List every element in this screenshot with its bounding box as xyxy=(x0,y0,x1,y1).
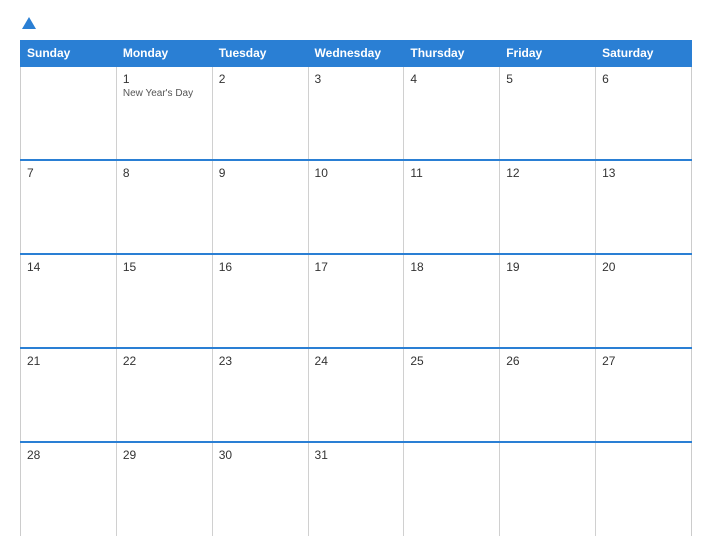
calendar-cell: 25 xyxy=(404,348,500,442)
day-number: 16 xyxy=(219,260,302,274)
day-number: 28 xyxy=(27,448,110,462)
day-number: 21 xyxy=(27,354,110,368)
calendar-cell: 26 xyxy=(500,348,596,442)
calendar-table: SundayMondayTuesdayWednesdayThursdayFrid… xyxy=(20,40,692,536)
calendar-cell: 29 xyxy=(116,442,212,536)
calendar-cell: 27 xyxy=(596,348,692,442)
day-number: 12 xyxy=(506,166,589,180)
calendar-cell: 20 xyxy=(596,254,692,348)
calendar-cell: 16 xyxy=(212,254,308,348)
calendar-cell: 23 xyxy=(212,348,308,442)
calendar-cell xyxy=(500,442,596,536)
logo xyxy=(20,18,36,30)
calendar-cell: 15 xyxy=(116,254,212,348)
day-number: 23 xyxy=(219,354,302,368)
day-number: 19 xyxy=(506,260,589,274)
calendar-week-row: 21 22 23 24 25 26 27 xyxy=(21,348,692,442)
calendar-cell: 5 xyxy=(500,66,596,160)
weekday-header: Sunday xyxy=(21,41,117,67)
day-number: 30 xyxy=(219,448,302,462)
calendar-week-row: 28 29 30 31 xyxy=(21,442,692,536)
day-number: 8 xyxy=(123,166,206,180)
day-number: 5 xyxy=(506,72,589,86)
day-number: 24 xyxy=(315,354,398,368)
day-number: 25 xyxy=(410,354,493,368)
calendar-cell: 13 xyxy=(596,160,692,254)
weekday-header: Monday xyxy=(116,41,212,67)
day-number: 4 xyxy=(410,72,493,86)
day-number: 2 xyxy=(219,72,302,86)
holiday-name: New Year's Day xyxy=(123,88,206,99)
day-number: 17 xyxy=(315,260,398,274)
day-number: 15 xyxy=(123,260,206,274)
calendar-cell: 8 xyxy=(116,160,212,254)
calendar-cell: 11 xyxy=(404,160,500,254)
calendar-container: SundayMondayTuesdayWednesdayThursdayFrid… xyxy=(0,0,712,550)
day-number: 29 xyxy=(123,448,206,462)
weekday-header: Thursday xyxy=(404,41,500,67)
calendar-cell: 17 xyxy=(308,254,404,348)
calendar-cell xyxy=(404,442,500,536)
weekday-header-row: SundayMondayTuesdayWednesdayThursdayFrid… xyxy=(21,41,692,67)
calendar-cell: 7 xyxy=(21,160,117,254)
calendar-cell: 2 xyxy=(212,66,308,160)
calendar-week-row: 789 10 11 12 13 xyxy=(21,160,692,254)
calendar-week-row: 1 New Year's Day 23456 xyxy=(21,66,692,160)
day-number: 26 xyxy=(506,354,589,368)
calendar-cell: 9 xyxy=(212,160,308,254)
calendar-cell: 14 xyxy=(21,254,117,348)
day-number: 9 xyxy=(219,166,302,180)
calendar-cell: 4 xyxy=(404,66,500,160)
calendar-cell: 18 xyxy=(404,254,500,348)
weekday-header: Saturday xyxy=(596,41,692,67)
calendar-cell: 10 xyxy=(308,160,404,254)
calendar-cell: 22 xyxy=(116,348,212,442)
calendar-cell: 19 xyxy=(500,254,596,348)
day-number: 13 xyxy=(602,166,685,180)
calendar-cell: 31 xyxy=(308,442,404,536)
calendar-cell: 30 xyxy=(212,442,308,536)
calendar-cell: 28 xyxy=(21,442,117,536)
day-number: 7 xyxy=(27,166,110,180)
day-number: 20 xyxy=(602,260,685,274)
calendar-cell xyxy=(596,442,692,536)
day-number: 11 xyxy=(410,166,493,180)
calendar-cell: 6 xyxy=(596,66,692,160)
calendar-cell: 3 xyxy=(308,66,404,160)
weekday-header: Tuesday xyxy=(212,41,308,67)
calendar-cell: 21 xyxy=(21,348,117,442)
day-number: 10 xyxy=(315,166,398,180)
day-number: 14 xyxy=(27,260,110,274)
day-number: 1 xyxy=(123,72,206,86)
calendar-cell: 24 xyxy=(308,348,404,442)
day-number: 31 xyxy=(315,448,398,462)
weekday-header: Friday xyxy=(500,41,596,67)
calendar-cell: 12 xyxy=(500,160,596,254)
calendar-cell: 1 New Year's Day xyxy=(116,66,212,160)
logo-triangle-icon xyxy=(22,17,36,29)
calendar-week-row: 14 15 16 17 18 19 20 xyxy=(21,254,692,348)
day-number: 18 xyxy=(410,260,493,274)
day-number: 27 xyxy=(602,354,685,368)
header-row xyxy=(20,18,692,30)
day-number: 6 xyxy=(602,72,685,86)
weekday-header: Wednesday xyxy=(308,41,404,67)
day-number: 3 xyxy=(315,72,398,86)
calendar-cell xyxy=(21,66,117,160)
day-number: 22 xyxy=(123,354,206,368)
